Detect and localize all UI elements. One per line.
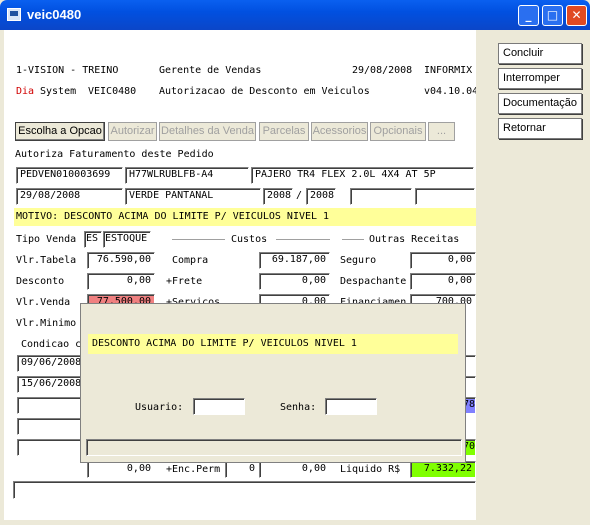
program-code: VEIC0480 bbox=[88, 86, 137, 97]
frete-field[interactable]: 0,00 bbox=[259, 273, 330, 290]
page-title: Autoriza Faturamento deste Pedido bbox=[15, 149, 214, 160]
enc-perm-count[interactable]: 0 bbox=[225, 461, 259, 478]
vlr-tabela-field[interactable]: 76.590,00 bbox=[87, 252, 155, 269]
model-field[interactable]: PAJERO TR4 FLEX 2.0L 4X4 AT 5P bbox=[251, 167, 474, 184]
outras-receitas-label: Outras Receitas bbox=[369, 234, 460, 245]
interromper-button[interactable]: Interromper bbox=[498, 68, 582, 89]
parcel-row-empty[interactable] bbox=[17, 418, 83, 435]
outras-rule bbox=[342, 239, 364, 240]
motivo-banner: MOTIVO: DESCONTO ACIMA DO LIMITE P/ VEIC… bbox=[14, 208, 476, 226]
tipo-venda-value[interactable]: ESTOQUE bbox=[103, 231, 151, 248]
app-window-icon bbox=[7, 8, 21, 21]
program-description: Autorizacao de Desconto em Veiculos bbox=[159, 86, 370, 97]
vlr-minimo-label: Vlr.Minimo bbox=[16, 318, 77, 329]
tipo-venda-code[interactable]: ES bbox=[84, 231, 102, 248]
color-field[interactable]: VERDE PANTANAL bbox=[125, 188, 261, 205]
parcel-row-empty[interactable] bbox=[17, 397, 83, 414]
enc-perm-label: +Enc.Perm bbox=[166, 464, 221, 475]
version-label: v04.10.04 bbox=[424, 86, 476, 97]
parcel-date-field[interactable]: 15/06/2008 bbox=[17, 376, 83, 393]
row2-extra-field-2[interactable] bbox=[415, 188, 475, 205]
compra-label: Compra bbox=[172, 255, 209, 266]
vlr-venda-label: Vlr.Venda bbox=[16, 297, 71, 308]
chassi-field[interactable]: H77WLRUBLFB-A4 bbox=[125, 167, 249, 184]
documentacao-button[interactable]: Documentação bbox=[498, 93, 582, 114]
tab-detalhes-venda[interactable]: Detalhes da Venda bbox=[159, 122, 256, 141]
usuario-label: Usuario: bbox=[135, 402, 184, 413]
tab-parcelas[interactable]: Parcelas bbox=[259, 122, 309, 141]
enc-perm-value[interactable]: 0,00 bbox=[259, 461, 330, 478]
dia-label: Dia bbox=[16, 86, 35, 97]
custos-rule-left bbox=[172, 239, 225, 240]
frete-label: +Frete bbox=[166, 276, 203, 287]
title-bar bbox=[0, 0, 590, 30]
parcel-row-empty[interactable] bbox=[17, 439, 83, 456]
condicao-label: Condicao c bbox=[21, 339, 82, 350]
tab-autorizar[interactable]: Autorizar bbox=[108, 122, 157, 141]
compra-field[interactable]: 69.187,00 bbox=[259, 252, 330, 269]
close-icon[interactable]: ✕ bbox=[566, 5, 587, 26]
database-name: INFORMIX bbox=[424, 65, 473, 76]
custos-section-label: Custos bbox=[231, 234, 268, 245]
tab-opcionais[interactable]: Opcionais bbox=[370, 122, 426, 141]
minimize-icon[interactable]: _ bbox=[518, 5, 539, 26]
liquido-field[interactable]: 7.332,22 bbox=[410, 461, 476, 478]
despachante-field[interactable]: 0,00 bbox=[410, 273, 476, 290]
senha-label: Senha: bbox=[280, 402, 317, 413]
dialog-message: DESCONTO ACIMA DO LIMITE P/ VEICULOS NIV… bbox=[88, 334, 458, 354]
seguro-field[interactable]: 0,00 bbox=[410, 252, 476, 269]
tab-escolha-opcao[interactable]: Escolha a Opcao bbox=[15, 122, 105, 141]
user-role: Gerente de Vendas bbox=[159, 65, 262, 76]
system-label: System bbox=[40, 86, 77, 97]
usuario-input[interactable] bbox=[193, 398, 245, 415]
vertical-scrollbar[interactable] bbox=[476, 30, 488, 520]
senha-input[interactable] bbox=[325, 398, 377, 415]
year-separator: / bbox=[296, 190, 303, 201]
header-date: 29/08/2008 bbox=[352, 65, 413, 76]
seguro-label: Seguro bbox=[340, 255, 377, 266]
tab-more[interactable]: ... bbox=[428, 122, 455, 141]
year-mod-field[interactable]: 2008 bbox=[306, 188, 336, 205]
liquido-label: Liquido R$ bbox=[340, 464, 401, 475]
desconto-field[interactable]: 0,00 bbox=[87, 273, 155, 290]
tab-acessorios[interactable]: Acessorios bbox=[311, 122, 368, 141]
bottom-value-field[interactable]: 0,00 bbox=[87, 461, 155, 478]
tipo-venda-label: Tipo Venda bbox=[16, 234, 77, 245]
parcel-date-field[interactable]: 09/06/2008 bbox=[17, 355, 83, 372]
desconto-label: Desconto bbox=[16, 276, 65, 287]
row2-extra-field[interactable] bbox=[350, 188, 412, 205]
concluir-button[interactable]: Concluir bbox=[498, 43, 582, 64]
retornar-button[interactable]: Retornar bbox=[498, 118, 582, 139]
maximize-icon[interactable]: □ bbox=[542, 5, 563, 26]
status-bar bbox=[13, 481, 476, 499]
year-fab-field[interactable]: 2008 bbox=[263, 188, 293, 205]
pedido-date-field[interactable]: 29/08/2008 bbox=[16, 188, 123, 205]
dialog-status-field bbox=[86, 439, 462, 456]
pedido-field[interactable]: PEDVEN010003699 bbox=[16, 167, 123, 184]
vlr-tabela-label: Vlr.Tabela bbox=[16, 255, 77, 266]
despachante-label: Despachante bbox=[340, 276, 407, 287]
window-title: veic0480 bbox=[27, 7, 82, 22]
custos-rule-right bbox=[276, 239, 330, 240]
company-name: 1-VISION - TREINO bbox=[16, 65, 119, 76]
